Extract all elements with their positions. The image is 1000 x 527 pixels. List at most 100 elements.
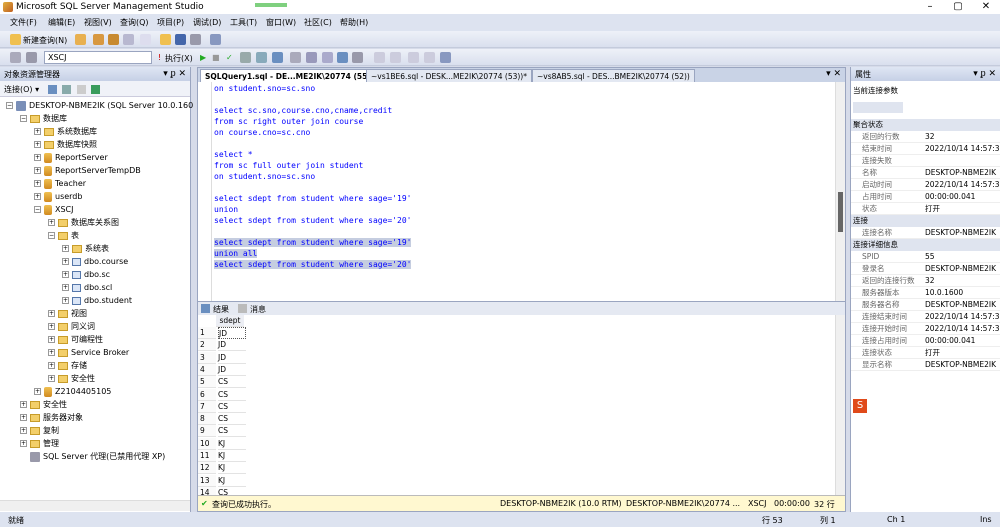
tree-node-server[interactable]: − DESKTOP-NBME2IK (SQL Server 10.0.160 (6, 100, 193, 112)
grid-cell[interactable]: CS (218, 401, 246, 413)
tree-node-dbo-scl[interactable]: + dbo.scl (62, 282, 112, 294)
grid-cell[interactable]: CS (218, 425, 246, 438)
new-query-button[interactable]: 新建查询(N) (23, 35, 67, 46)
close-icon[interactable]: ✕ (972, 0, 1000, 14)
row-number[interactable]: 7 (198, 400, 216, 413)
menu-tools[interactable]: 工具(T) (230, 17, 257, 28)
indent-icon[interactable] (408, 52, 419, 63)
properties-object-select[interactable]: 当前连接参数 (853, 85, 999, 97)
tree-node-security-db[interactable]: + 安全性 (48, 373, 95, 385)
specify-values-icon[interactable] (440, 52, 451, 63)
minimize-icon[interactable]: – (916, 0, 944, 14)
results-to-grid-icon[interactable] (322, 52, 333, 63)
row-number[interactable]: 1 (198, 327, 216, 339)
tree-node-dbo-course[interactable]: + dbo.course (62, 256, 128, 268)
connect-icon[interactable] (10, 52, 21, 63)
database-select[interactable]: XSCJ (44, 51, 152, 64)
property-row[interactable]: 连接名称 DESKTOP-NBME2IK (851, 227, 1000, 239)
property-row[interactable]: SPID 55 (851, 251, 1000, 263)
tree-node-storage[interactable]: + 存储 (48, 360, 87, 372)
ime-logo-icon[interactable]: S (853, 399, 867, 413)
tree-node-system-tables[interactable]: + 系统表 (62, 243, 109, 255)
row-number[interactable]: 12 (198, 462, 216, 475)
grid-cell[interactable]: JD (218, 327, 246, 339)
property-row[interactable]: 显示名称 DESKTOP-NBME2IK (851, 359, 1000, 371)
tree-node-dbo-student[interactable]: + dbo.student (62, 295, 132, 307)
prop-category-aggregate[interactable]: 聚合状态 (851, 119, 1000, 131)
property-row[interactable]: 连接开始时间 2022/10/14 14:57:33 (851, 323, 1000, 335)
uncomment-icon[interactable] (374, 52, 385, 63)
property-row[interactable]: 连接失败 (851, 155, 1000, 167)
column-header-sdept[interactable]: sdept (216, 315, 244, 327)
tree-node-replication[interactable]: + 复制 (20, 425, 59, 437)
properties-toolbar[interactable] (853, 102, 903, 113)
activity-monitor-icon[interactable] (210, 34, 221, 45)
horizontal-scrollbar[interactable] (0, 500, 190, 511)
filter-icon[interactable] (76, 85, 86, 94)
tab-messages[interactable]: 消息 (250, 304, 266, 315)
decrease-indent-icon[interactable] (424, 52, 435, 63)
properties-controls[interactable]: ▾ ᵱ ✕ (973, 68, 996, 79)
grid-cell[interactable]: KJ (218, 475, 246, 487)
tree-node-reportserver[interactable]: + ReportServer (34, 152, 108, 164)
menu-window[interactable]: 窗口(W) (266, 17, 296, 28)
file-icon[interactable] (140, 34, 151, 45)
query-icon[interactable] (75, 34, 86, 45)
row-number[interactable]: 9 (198, 425, 216, 438)
menu-debug[interactable]: 调试(D) (193, 17, 221, 28)
grid-cell[interactable]: KJ (218, 450, 246, 462)
tree-node-views[interactable]: + 视图 (48, 308, 87, 320)
menu-view[interactable]: 视图(V) (84, 17, 112, 28)
tree-node-databases[interactable]: − 数据库 (20, 113, 67, 125)
property-row[interactable]: 名称 DESKTOP-NBME2IK (851, 167, 1000, 179)
tree-node-synonyms[interactable]: + 同义词 (48, 321, 95, 333)
client-stats-icon[interactable] (306, 52, 317, 63)
sql-editor[interactable]: on student.sno=sc.sno select sc.sno,cour… (198, 82, 845, 301)
row-number[interactable]: 4 (198, 363, 216, 376)
results-to-file-icon[interactable] (337, 52, 348, 63)
change-connection-icon[interactable] (26, 52, 37, 63)
analysis-query-icon[interactable] (108, 34, 119, 45)
tree-node-tables[interactable]: − 表 (48, 230, 79, 242)
row-number[interactable]: 3 (198, 351, 216, 364)
tree-node-system-db[interactable]: + 系统数据库 (34, 126, 97, 138)
tree-node-xscj[interactable]: − XSCJ (34, 204, 74, 216)
tree-node-reportservertempdb[interactable]: + ReportServerTempDB (34, 165, 141, 177)
property-row[interactable]: 返回的行数 32 (851, 131, 1000, 143)
tree-node-management[interactable]: + 管理 (20, 438, 59, 450)
tree-node-userdb[interactable]: + userdb (34, 191, 82, 203)
save-all-icon[interactable] (190, 34, 201, 45)
tree-node-diagrams[interactable]: + 数据库关系图 (48, 217, 119, 229)
mdx-icon[interactable] (123, 34, 134, 45)
property-row[interactable]: 登录名 DESKTOP-NBME2IK (851, 263, 1000, 275)
tree-node-teacher[interactable]: + Teacher (34, 178, 86, 190)
row-number[interactable]: 10 (198, 437, 216, 450)
property-row[interactable]: 连接占用时间 00:00:00.041 (851, 335, 1000, 347)
comment-icon[interactable] (352, 52, 363, 63)
execute-icon[interactable]: ! (158, 53, 161, 62)
menu-community[interactable]: 社区(C) (304, 17, 332, 28)
property-row[interactable]: 返回的连接行数 32 (851, 275, 1000, 287)
row-number[interactable]: 5 (198, 376, 216, 389)
menu-help[interactable]: 帮助(H) (340, 17, 368, 28)
tree-node-server-objects[interactable]: + 服务器对象 (20, 412, 83, 424)
grid-cell[interactable]: JD (218, 364, 246, 376)
grid-cell[interactable]: JD (218, 339, 246, 352)
tree-node-db-snapshots[interactable]: + 数据库快照 (34, 139, 97, 151)
tree-node-security[interactable]: + 安全性 (20, 399, 67, 411)
tab-vs1be6[interactable]: ~vs1BE6.sql - DESK...ME2IK\20774 (53))* (366, 69, 532, 82)
row-number[interactable]: 11 (198, 450, 216, 462)
open-file-icon[interactable] (160, 34, 171, 45)
property-row[interactable]: 状态 打开 (851, 203, 1000, 215)
property-row[interactable]: 连接结束时间 2022/10/14 14:57:33 (851, 311, 1000, 323)
display-plan-icon[interactable] (240, 52, 251, 63)
menu-project[interactable]: 项目(P) (157, 17, 184, 28)
grid-cell[interactable]: CS (218, 413, 246, 426)
row-number[interactable]: 8 (198, 413, 216, 426)
tab-vs8ab5[interactable]: ~vs8AB5.sql - DES...BME2IK\20774 (52)) (532, 69, 695, 82)
db-engine-query-icon[interactable] (93, 34, 104, 45)
property-row[interactable]: 结束时间 2022/10/14 14:57:33 (851, 143, 1000, 155)
tree-node-z2104405105[interactable]: + Z2104405105 (34, 386, 111, 398)
property-row[interactable]: 占用时间 00:00:00.041 (851, 191, 1000, 203)
property-row[interactable]: 连接状态 打开 (851, 347, 1000, 359)
